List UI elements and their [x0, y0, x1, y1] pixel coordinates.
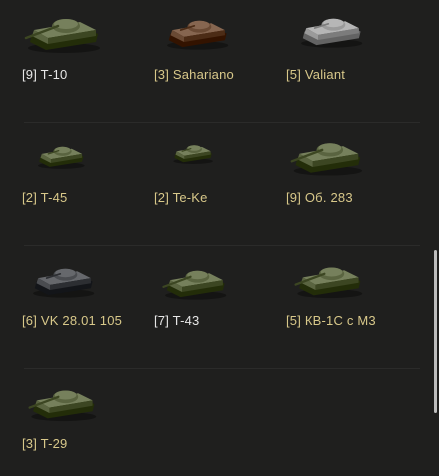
light-tank-sprite	[167, 20, 229, 50]
heavy-tank-icon	[284, 246, 374, 304]
tank-label: [5] КВ-1С с М3	[286, 313, 376, 328]
tank-card[interactable]: [5] Valiant	[284, 0, 414, 123]
medium-tank-sprite	[162, 270, 227, 300]
tank-name: T-43	[172, 313, 200, 328]
tank-name: T-45	[40, 190, 68, 205]
tank-row: [6] VK 28.01 105 [7] T-43 [5] КВ-1С с М3	[0, 246, 420, 369]
tank-card[interactable]: [3] T-29	[20, 369, 150, 476]
heavy-tank-sprite	[24, 19, 100, 53]
heavy-tank-icon	[20, 0, 110, 58]
tank-card[interactable]: [2] T-45	[20, 123, 150, 246]
tankette-icon	[152, 123, 242, 181]
tank-tier: [7]	[154, 313, 170, 328]
heavy-tank-sprite	[294, 267, 363, 299]
light-tank-icon	[20, 246, 110, 304]
tank-name: КВ-1С с М3	[304, 313, 376, 328]
tank-label: [9] T-10	[22, 67, 67, 82]
tank-name: Об. 283	[304, 190, 353, 205]
tank-label: [2] T-45	[22, 190, 67, 205]
tank-label: [7] T-43	[154, 313, 199, 328]
tank-card[interactable]: [9] T-10	[20, 0, 150, 123]
tank-tier: [2]	[154, 190, 170, 205]
tank-name: T-29	[40, 436, 68, 451]
tankette-sprite	[173, 145, 213, 164]
tank-label: [9] Об. 283	[286, 190, 353, 205]
tank-grid: [9] T-10 [3] Sahariano [5] Valiant [2] T…	[0, 0, 420, 476]
heavy-tank-icon	[20, 369, 110, 427]
tank-tier: [3]	[22, 436, 38, 451]
tank-card[interactable]: [2] Te-Ke	[152, 123, 282, 246]
tank-card[interactable]: [9] Об. 283	[284, 123, 414, 246]
tank-card[interactable]: [5] КВ-1С с М3	[284, 246, 414, 369]
tank-tier: [9]	[286, 190, 302, 205]
tank-row: [2] T-45 [2] Te-Ke [9] Об. 283	[0, 123, 420, 246]
medium-tank-icon	[284, 123, 374, 181]
tank-row: [9] T-10 [3] Sahariano [5] Valiant	[0, 0, 420, 123]
tank-name: Sahariano	[172, 67, 234, 82]
tank-card[interactable]: [7] T-43	[152, 246, 282, 369]
tank-row: [3] T-29	[0, 369, 420, 476]
tank-label: [5] Valiant	[286, 67, 345, 82]
tank-card[interactable]: [6] VK 28.01 105	[20, 246, 150, 369]
tank-label: [2] Te-Ke	[154, 190, 208, 205]
tank-card[interactable]: [3] Sahariano	[152, 0, 282, 123]
light-tank-sprite	[37, 146, 85, 169]
light-tank-icon	[152, 0, 242, 58]
scrollbar[interactable]	[434, 250, 437, 413]
heavy-tank-sprite	[28, 390, 97, 422]
light-tank-icon	[20, 123, 110, 181]
tank-tier: [6]	[22, 313, 38, 328]
tank-tier: [5]	[286, 67, 302, 82]
tank-tier: [2]	[22, 190, 38, 205]
tank-label: [3] Sahariano	[154, 67, 234, 82]
light-tank-sprite	[33, 268, 95, 298]
tank-tier: [3]	[154, 67, 170, 82]
tank-label: [3] T-29	[22, 436, 67, 451]
medium-tank-icon	[152, 246, 242, 304]
infantry-tank-icon	[284, 0, 374, 58]
tank-name: VK 28.01 105	[40, 313, 123, 328]
tank-tier: [5]	[286, 313, 302, 328]
tank-list-panel: [9] T-10 [3] Sahariano [5] Valiant [2] T…	[0, 0, 439, 476]
tank-name: Valiant	[304, 67, 346, 82]
tank-label: [6] VK 28.01 105	[22, 313, 122, 328]
medium-tank-sprite	[290, 143, 363, 176]
tank-tier: [9]	[22, 67, 38, 82]
infantry-tank-sprite	[301, 18, 363, 48]
tank-name: Te-Ke	[172, 190, 208, 205]
tank-name: T-10	[40, 67, 68, 82]
